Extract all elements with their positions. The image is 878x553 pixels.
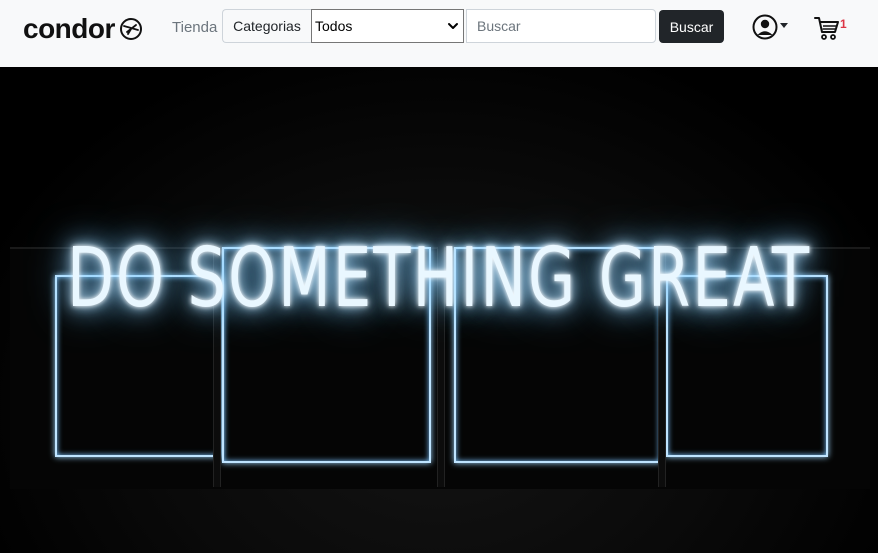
category-select[interactable]: Todos bbox=[311, 9, 464, 43]
hero-banner: DO SOMETHING GREAT bbox=[0, 67, 878, 553]
neon-sign-text: DO SOMETHING GREAT bbox=[67, 230, 812, 327]
cart-count-badge: 1 bbox=[840, 17, 847, 31]
search-placeholder: Buscar bbox=[477, 18, 521, 34]
user-menu-toggle[interactable] bbox=[752, 13, 788, 41]
brand-name: condor bbox=[23, 13, 115, 44]
cart-icon bbox=[814, 17, 839, 40]
caret-down-icon bbox=[780, 23, 788, 28]
category-label: Categorias bbox=[222, 9, 311, 43]
search-input[interactable]: Buscar bbox=[466, 9, 656, 43]
chevron-down-icon bbox=[448, 23, 458, 29]
nav-link-tienda[interactable]: Tienda bbox=[172, 19, 217, 37]
category-select-value: Todos bbox=[315, 18, 353, 34]
cart-button[interactable]: 1 bbox=[813, 14, 853, 42]
brand-logo[interactable]: condor bbox=[23, 12, 143, 46]
search-group: Categorias Todos Buscar bbox=[222, 9, 656, 43]
user-circle-icon bbox=[752, 14, 778, 40]
navbar: condor Tienda Categorias Todos Buscar Bu… bbox=[0, 0, 878, 67]
search-button[interactable]: Buscar bbox=[659, 10, 724, 43]
plane-icon bbox=[119, 18, 142, 40]
